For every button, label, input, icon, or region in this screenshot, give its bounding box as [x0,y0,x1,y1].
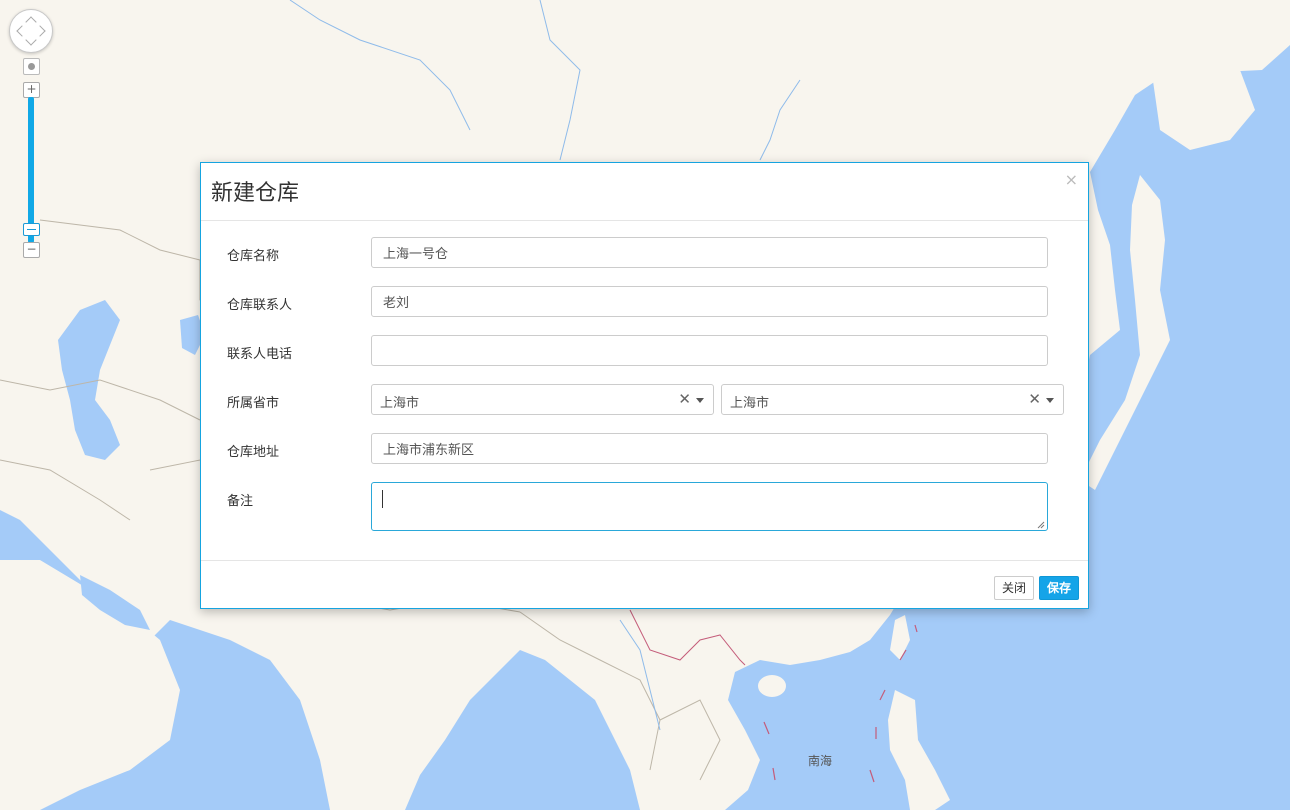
zoom-slider-track[interactable] [28,97,34,243]
city-value: 上海市 [730,396,770,411]
zoom-out-button[interactable]: − [23,242,40,258]
contact-input[interactable] [371,286,1048,317]
region-label: 所属省市 [227,396,280,411]
land-hainan [758,675,786,697]
contact-label: 仓库联系人 [227,298,293,313]
pan-up-icon[interactable] [25,16,37,28]
close-icon[interactable]: × [1065,170,1078,189]
remark-textarea[interactable] [371,482,1048,531]
pan-down-icon[interactable] [25,34,37,46]
address-label: 仓库地址 [227,445,280,460]
clear-icon[interactable]: ✕ [678,390,691,408]
pan-right-icon[interactable] [34,25,46,37]
chevron-down-icon[interactable] [696,398,704,403]
phone-input[interactable] [371,335,1048,366]
clear-icon[interactable]: ✕ [1028,390,1041,408]
province-value: 上海市 [380,396,420,411]
resize-grip-icon[interactable] [1037,521,1045,529]
map-pan-control[interactable] [9,9,53,53]
locate-button[interactable] [23,58,40,75]
sea-label: 南海 [808,754,833,768]
warehouse-name-input[interactable] [371,237,1048,268]
address-input[interactable] [371,433,1048,464]
zoom-slider-handle[interactable] [23,223,40,236]
chevron-down-icon[interactable] [1046,398,1054,403]
pan-left-icon[interactable] [16,25,28,37]
phone-label: 联系人电话 [227,347,293,362]
text-caret [382,490,383,508]
close-button[interactable]: 关闭 [993,576,1034,600]
name-label: 仓库名称 [227,249,280,264]
city-select[interactable]: 上海市 ✕ [721,384,1064,415]
dialog-title: 新建仓库 [211,181,300,206]
zoom-in-button[interactable]: + [23,82,40,98]
province-select[interactable]: 上海市 ✕ [371,384,714,415]
save-button[interactable]: 保存 [1038,576,1079,600]
dialog-footer: 关闭 保存 [201,561,1088,607]
dialog-body: 仓库名称 仓库联系人 联系人电话 所属省市 上海市 ✕ 上海市 ✕ [201,221,1088,561]
remark-label: 备注 [227,494,254,509]
dialog-header: 新建仓库 × [201,163,1088,221]
new-warehouse-dialog: 新建仓库 × 仓库名称 仓库联系人 联系人电话 所属省市 上海市 ✕ 上海市 ✕ [200,162,1089,609]
